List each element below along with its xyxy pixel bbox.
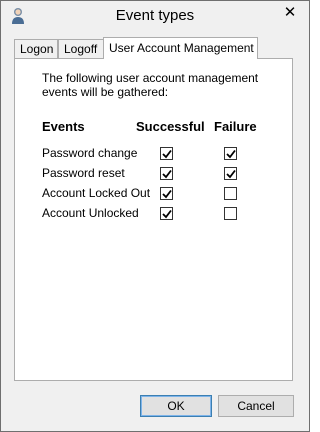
event-types-dialog: Event types ✕ Logon Logoff User Account … [0, 0, 310, 432]
event-label: Password change [42, 146, 138, 160]
failure-checkbox[interactable] [224, 147, 237, 160]
cancel-button[interactable]: Cancel [218, 395, 294, 417]
failure-checkbox[interactable] [224, 167, 237, 180]
title-bar[interactable]: Event types ✕ [1, 1, 309, 31]
ok-button[interactable]: OK [140, 395, 212, 417]
events-header: Events [42, 119, 85, 134]
failure-checkbox[interactable] [224, 207, 237, 220]
event-label: Password reset [42, 166, 125, 180]
tab-label: Logon [20, 42, 54, 56]
intro-text: The following user account management ev… [42, 71, 259, 99]
successful-checkbox[interactable] [160, 167, 173, 180]
tab-logon[interactable]: Logon [14, 39, 58, 58]
successful-checkbox[interactable] [160, 147, 173, 160]
successful-checkbox[interactable] [160, 187, 173, 200]
window-title: Event types [115, 7, 195, 24]
failure-header: Failure [214, 119, 257, 134]
successful-checkbox[interactable] [160, 207, 173, 220]
tab-logoff[interactable]: Logoff [58, 39, 104, 58]
event-label: Account Locked Out [42, 186, 151, 200]
failure-checkbox[interactable] [224, 187, 237, 200]
event-label: Account Unlocked [42, 206, 139, 220]
close-button[interactable]: ✕ [277, 2, 303, 22]
successful-header: Successful [136, 119, 205, 134]
close-icon: ✕ [283, 4, 297, 21]
tab-user-account-management[interactable]: User Account Management [103, 37, 258, 59]
tab-panel: The following user account management ev… [14, 58, 293, 381]
tab-label: Logoff [64, 42, 98, 56]
tab-label: User Account Management [109, 41, 254, 55]
